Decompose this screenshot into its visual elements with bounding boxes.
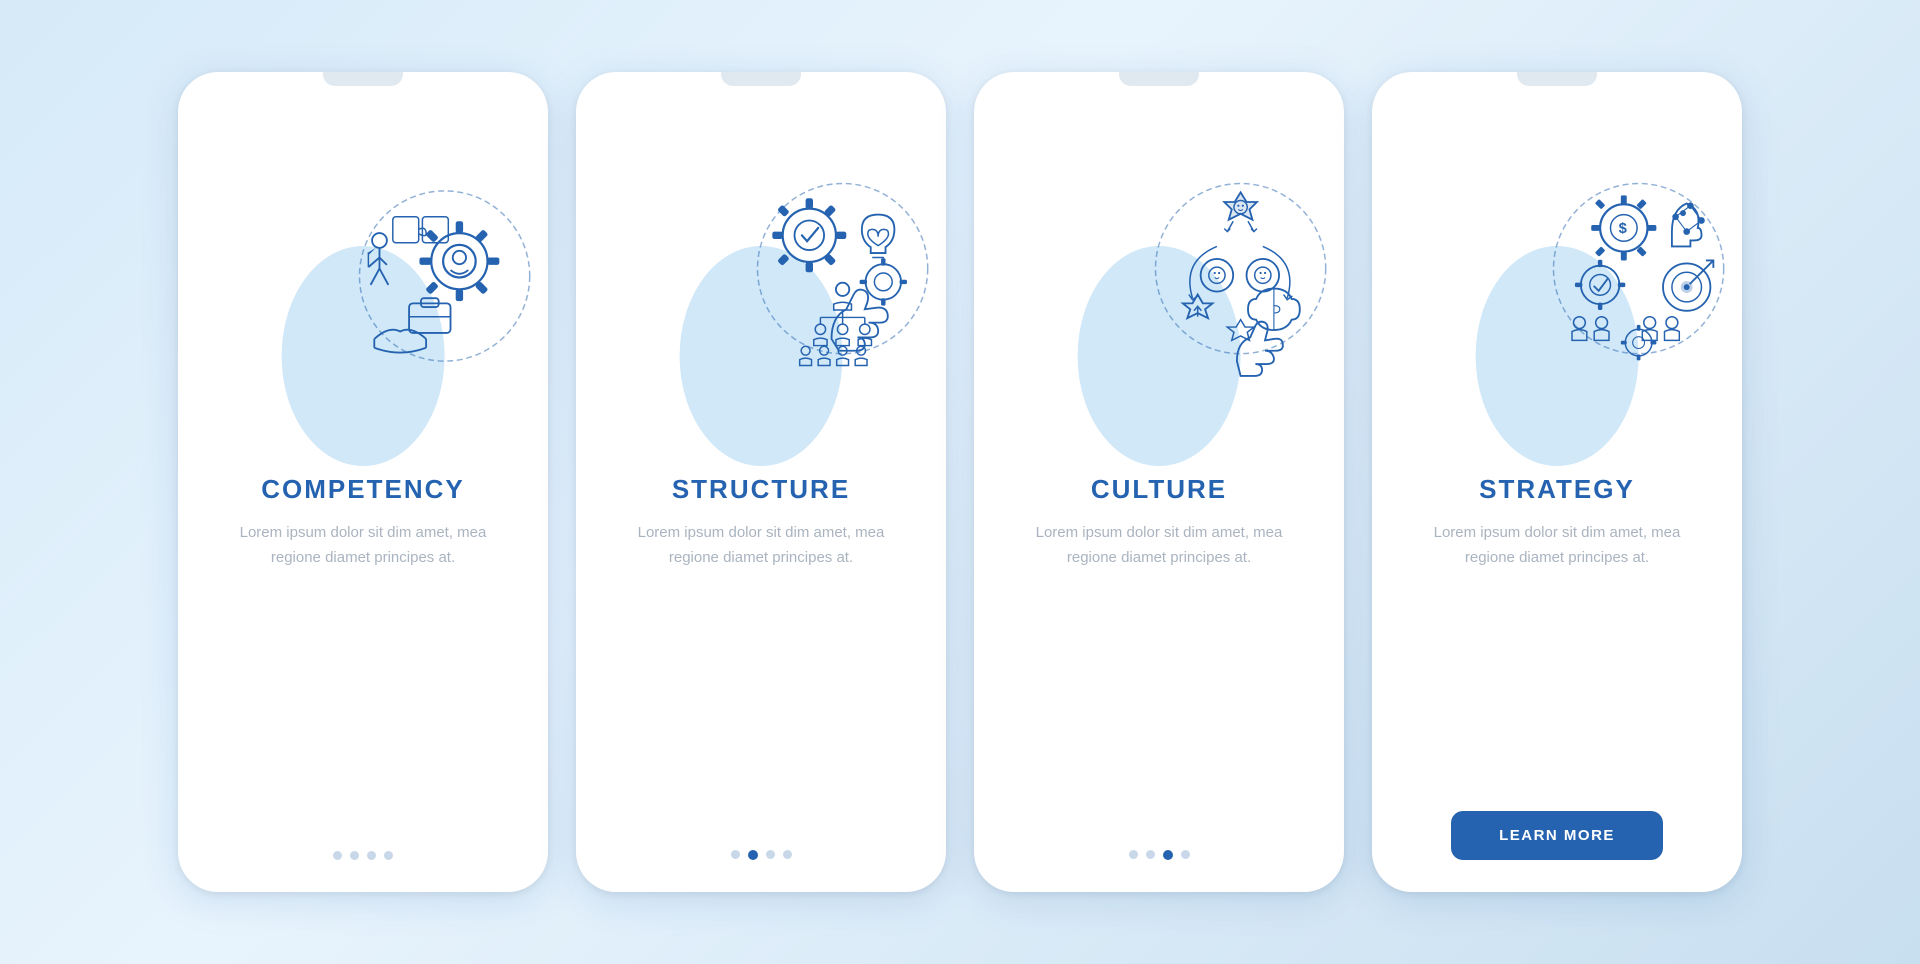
phones-container: COMPETENCY Lorem ipsum dolor sit dim ame… — [178, 72, 1742, 892]
dots-structure — [731, 826, 792, 860]
dot-1 — [1129, 850, 1138, 859]
phone-culture: CULTURE Lorem ipsum dolor sit dim amet, … — [974, 72, 1344, 892]
dots-competency — [333, 827, 393, 860]
phone-bottom-culture — [974, 826, 1344, 892]
illustration-structure — [576, 86, 946, 466]
dot-4 — [783, 850, 792, 859]
learn-more-button[interactable]: LEARN MORE — [1451, 811, 1663, 860]
illustration-strategy: $ — [1372, 86, 1742, 466]
phone-bottom-strategy: LEARN MORE — [1372, 803, 1742, 892]
phone-body-structure: Lorem ipsum dolor sit dim amet, mea regi… — [576, 521, 946, 571]
phone-body-strategy: Lorem ipsum dolor sit dim amet, mea regi… — [1372, 521, 1742, 571]
dot-1 — [731, 850, 740, 859]
illustration-culture — [974, 86, 1344, 466]
phone-title-competency: COMPETENCY — [261, 474, 464, 505]
dot-2 — [350, 851, 359, 860]
phone-notch — [1119, 72, 1199, 86]
dot-2 — [748, 850, 758, 860]
phone-title-strategy: STRATEGY — [1479, 474, 1635, 505]
phone-body-competency: Lorem ipsum dolor sit dim amet, mea regi… — [178, 521, 548, 571]
dots-culture — [1129, 826, 1190, 860]
phone-bottom-structure — [576, 826, 946, 892]
phone-notch — [323, 72, 403, 86]
dot-3 — [1163, 850, 1173, 860]
phone-competency: COMPETENCY Lorem ipsum dolor sit dim ame… — [178, 72, 548, 892]
dot-1 — [333, 851, 342, 860]
phone-notch — [1517, 72, 1597, 86]
dot-3 — [766, 850, 775, 859]
phone-body-culture: Lorem ipsum dolor sit dim amet, mea regi… — [974, 521, 1344, 571]
dot-4 — [384, 851, 393, 860]
dot-4 — [1181, 850, 1190, 859]
phone-bottom-competency — [178, 827, 548, 892]
illustration-competency — [178, 86, 548, 466]
phone-structure: STRUCTURE Lorem ipsum dolor sit dim amet… — [576, 72, 946, 892]
phone-title-structure: STRUCTURE — [672, 474, 850, 505]
dot-2 — [1146, 850, 1155, 859]
phone-strategy: $ — [1372, 72, 1742, 892]
phone-notch — [721, 72, 801, 86]
phone-title-culture: CULTURE — [1091, 474, 1227, 505]
dot-3 — [367, 851, 376, 860]
svg-text:$: $ — [1618, 221, 1627, 237]
